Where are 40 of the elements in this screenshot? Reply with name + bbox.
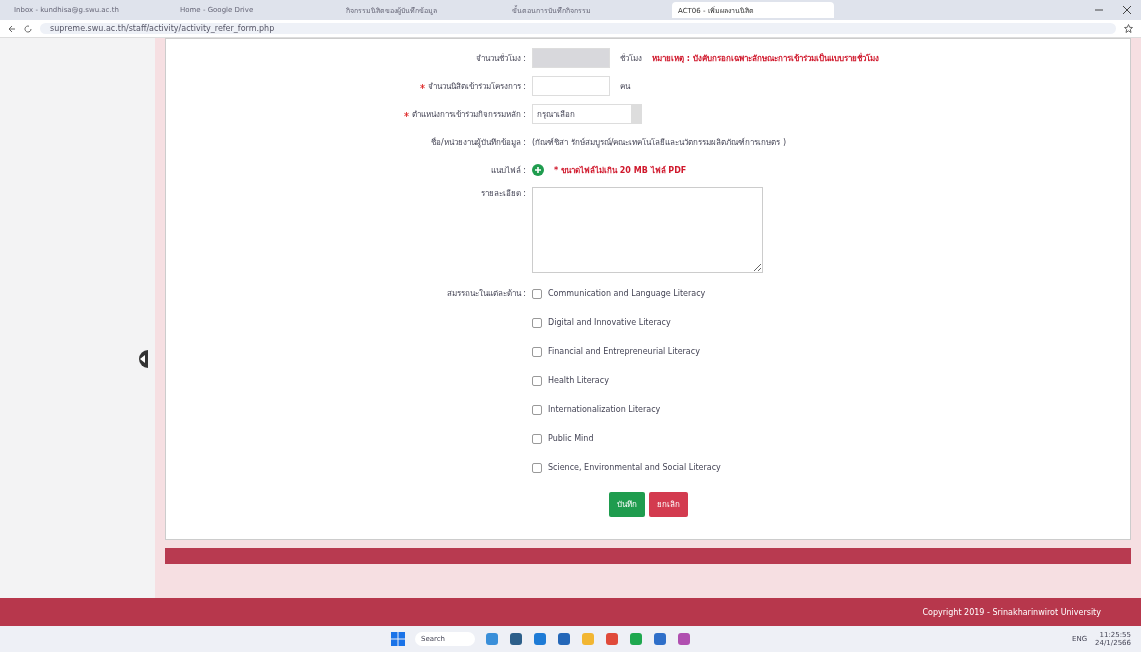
back-icon[interactable] <box>8 24 16 33</box>
app-icon[interactable] <box>653 632 668 646</box>
field-label: สมรรถนะในแต่ละด้าน : <box>446 288 526 300</box>
app-icon[interactable] <box>485 632 500 646</box>
checkbox-option[interactable]: Internationalization Literacy <box>532 395 1130 424</box>
field-label: ชื่อ/หน่วยงานผู้บันทึกข้อมูล : <box>431 136 526 149</box>
field-label: แนบไฟล์ : <box>490 164 526 177</box>
app-icon[interactable] <box>557 632 572 646</box>
field-label: จำนวนนิสิตเข้าร่วมโครงการ : <box>427 80 526 93</box>
checkbox-option[interactable]: Science, Environmental and Social Literacy <box>532 453 1130 482</box>
footer-text: Copyright 2019 - Srinakharinwirot University <box>0 598 1141 626</box>
app-icon[interactable] <box>677 632 692 646</box>
note-text: * ขนาดไฟล์ไม่เกิน 20 MB ไฟล์ PDF <box>554 164 687 177</box>
close-icon[interactable] <box>1123 6 1131 14</box>
checkbox-option[interactable]: Communication and Language Literacy <box>532 279 1130 308</box>
app-icon[interactable] <box>509 632 524 646</box>
field-label: จำนวนชั่วโมง : <box>475 52 526 65</box>
unit-text: ชั่วโมง <box>620 52 642 65</box>
note-text: หมายเหตุ : บังคับกรอกเฉพาะลักษณะการเข้าร่วมเป็นแบบรายชั่วโมง <box>652 52 879 65</box>
app-icon[interactable] <box>629 632 644 646</box>
reload-icon[interactable] <box>24 24 32 33</box>
recorder-text: (กัณฑ์ชิสา รักษ์สมบูรณ์/คณะเทคโนโลยีและนวัตกรรมผลิตภัณฑ์การเกษตร ) <box>532 136 787 149</box>
checkbox-option[interactable]: Health Literacy <box>532 366 1130 395</box>
minimize-icon[interactable] <box>1095 6 1103 14</box>
windows-icon[interactable] <box>390 632 405 646</box>
input-field[interactable] <box>532 76 610 96</box>
add-icon[interactable] <box>532 164 544 176</box>
checkbox-option[interactable]: Digital and Innovative Literacy <box>532 308 1130 337</box>
cancel-button[interactable]: ยกเลิก <box>648 492 688 517</box>
app-icon[interactable] <box>533 632 548 646</box>
field-label: รายละเอียด : <box>480 188 526 200</box>
field-label: ตำแหน่งการเข้าร่วมกิจกรรมหลัก : <box>411 108 526 121</box>
select-field[interactable]: กรุณาเลือก <box>532 104 642 124</box>
unit-text: คน <box>620 80 630 93</box>
save-button[interactable]: บันทึก <box>608 492 645 517</box>
checkbox-option[interactable]: Public Mind <box>532 424 1130 453</box>
star-icon[interactable] <box>1124 24 1133 33</box>
address-bar[interactable]: supreme.swu.ac.th/staff/activity/activity_refer_form.php <box>40 23 1116 34</box>
app-icon[interactable] <box>605 632 620 646</box>
checkbox-option[interactable]: Financial and Entrepreneurial Literacy <box>532 337 1130 366</box>
